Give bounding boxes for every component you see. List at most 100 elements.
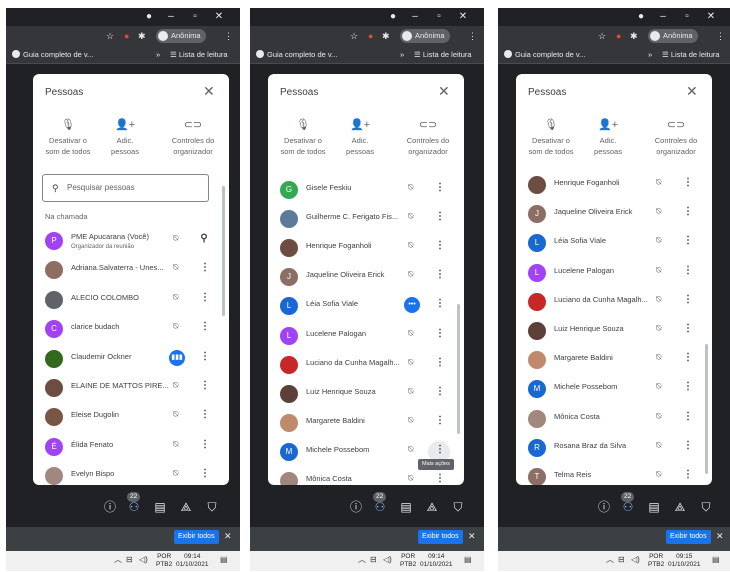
show-all-button[interactable]: Exibir todos — [666, 530, 711, 544]
bookmark-item[interactable]: Guia completo de v... — [256, 49, 337, 61]
incognito-profile-chip[interactable]: Anônima — [400, 29, 450, 43]
account-icon[interactable]: ● — [142, 10, 156, 24]
host-shield-icon[interactable]: ⛉ — [204, 500, 220, 514]
extension-red-icon[interactable]: ● — [616, 30, 621, 42]
close-window-icon[interactable]: ✕ — [704, 10, 718, 24]
language-indicator[interactable]: POR PTB2 — [156, 553, 172, 569]
participant-row[interactable]: Cclarice budach ⍉ ⋮ — [45, 318, 221, 342]
participant-row[interactable]: Luiz Henrique Souza ⍉ ⋮ — [528, 320, 704, 344]
more-actions-icon[interactable]: ⋮ — [435, 473, 445, 484]
more-actions-icon[interactable]: ⋮ — [200, 409, 210, 420]
participant-row[interactable]: L Lucelene Palogan ⍉ ⋮ — [528, 262, 704, 286]
participant-row[interactable]: Mônica Costa ⍉ ⋮ — [528, 408, 704, 432]
puzzle-icon[interactable]: ✱ — [382, 30, 390, 42]
reading-list-button[interactable]: ☰ Lista de leitura — [662, 49, 720, 61]
participant-row[interactable]: Henrique Foganholi ⍉ ⋮ — [528, 174, 704, 198]
clock[interactable]: 09:14 01/10/2021 — [420, 553, 453, 569]
participant-row[interactable]: ELAINE DE MATTOS PIRE... ⍉ ⋮ — [45, 377, 221, 401]
more-actions-icon[interactable]: ⋮ — [435, 444, 445, 455]
more-actions-icon[interactable]: ⋮ — [200, 468, 210, 479]
bookmarks-overflow[interactable]: » — [400, 49, 404, 61]
notification-center-icon[interactable]: ▤ — [712, 555, 720, 565]
host-shield-icon[interactable]: ⛉ — [698, 500, 714, 514]
participant-row[interactable]: L Léia Sofia Viale ⍉ ⋮ — [528, 232, 704, 256]
network-icon[interactable]: ⊟ — [370, 555, 377, 565]
more-actions-icon[interactable]: ⋮ — [683, 411, 693, 422]
restore-icon[interactable]: ▫ — [680, 10, 694, 24]
more-actions-icon[interactable]: ⋮ — [435, 386, 445, 397]
participant-row[interactable]: Adriana.Salvaterra - Unes... ⍉ ⋮ — [45, 259, 221, 283]
more-actions-icon[interactable]: ⋮ — [435, 240, 445, 251]
participant-row[interactable]: É Élida Fenato ⍉ ⋮ — [45, 436, 221, 460]
more-actions-icon[interactable]: ⋮ — [200, 321, 210, 332]
chat-icon[interactable]: ▤ — [398, 500, 414, 514]
bookmark-item[interactable]: Guia completo de v... — [504, 49, 585, 61]
info-icon[interactable]: ⓘ — [348, 500, 364, 514]
participant-row[interactable]: Henrique Foganholi ⍉ ⋮ — [280, 237, 456, 261]
participant-row[interactable]: ALECIO COLOMBO ⍉ ⋮ — [45, 289, 221, 313]
reading-list-button[interactable]: ☰ Lista de leitura — [414, 49, 472, 61]
bookmarks-overflow[interactable]: » — [648, 49, 652, 61]
participant-row[interactable]: Luciano da Cunha Magalh... ⍉ ⋮ — [280, 354, 456, 378]
star-icon[interactable]: ☆ — [106, 30, 114, 42]
incognito-profile-chip[interactable]: Anônima — [156, 29, 206, 43]
more-actions-icon[interactable]: ⋮ — [435, 182, 445, 193]
browser-menu-icon[interactable]: ⋮ — [716, 30, 725, 42]
activities-icon[interactable]: ⟁ — [424, 500, 440, 514]
mute-all-button[interactable]: 🎙 Desativar o som de todos — [276, 118, 330, 157]
bookmark-item[interactable]: Guia completo de v... — [12, 49, 93, 61]
star-icon[interactable]: ☆ — [598, 30, 606, 42]
add-people-button[interactable]: 👤+ Adic. pessoas — [582, 118, 634, 157]
host-shield-icon[interactable]: ⛉ — [450, 500, 466, 514]
pin-icon[interactable]: ⚲ — [200, 233, 208, 244]
more-actions-icon[interactable]: ⋮ — [200, 292, 210, 303]
participant-row[interactable]: Evelyn Bispo ⍉ ⋮ — [45, 465, 221, 485]
close-panel-icon[interactable]: ✕ — [203, 83, 215, 100]
volume-icon[interactable]: ◁) — [631, 555, 640, 565]
clock[interactable]: 09:14 01/10/2021 — [176, 553, 209, 569]
volume-icon[interactable]: ◁) — [383, 555, 392, 565]
close-window-icon[interactable]: ✕ — [212, 10, 226, 24]
chat-icon[interactable]: ▤ — [152, 500, 168, 514]
close-notification-icon[interactable]: ✕ — [716, 531, 724, 542]
more-actions-icon[interactable]: ⋮ — [683, 294, 693, 305]
close-panel-icon[interactable]: ✕ — [438, 83, 450, 100]
mute-all-button[interactable]: 🎙 Desativar o som de todos — [524, 118, 578, 157]
language-indicator[interactable]: POR PTB2 — [400, 553, 416, 569]
participant-row[interactable]: J Jaqueline Oliveira Erick ⍉ ⋮ — [280, 266, 456, 290]
more-actions-icon[interactable]: ⋮ — [200, 262, 210, 273]
close-notification-icon[interactable]: ✕ — [224, 531, 232, 542]
more-actions-icon[interactable]: ⋮ — [435, 357, 445, 368]
notification-center-icon[interactable]: ▤ — [464, 555, 472, 565]
people-icon[interactable]: ⚇ 22 — [126, 492, 142, 514]
minimize-icon[interactable]: – — [408, 10, 422, 24]
incognito-profile-chip[interactable]: Anônima — [648, 29, 698, 43]
restore-icon[interactable]: ▫ — [432, 10, 446, 24]
star-icon[interactable]: ☆ — [350, 30, 358, 42]
extension-red-icon[interactable]: ● — [124, 30, 129, 42]
more-actions-icon[interactable]: ⋮ — [435, 415, 445, 426]
browser-menu-icon[interactable]: ⋮ — [224, 30, 233, 42]
participant-row[interactable]: Eleise Dugolin ⍉ ⋮ — [45, 406, 221, 430]
activities-icon[interactable]: ⟁ — [672, 500, 688, 514]
participant-row[interactable]: Claudemir Ockner ▮▮▮ ⋮ — [45, 348, 221, 372]
more-actions-icon[interactable]: ⋮ — [200, 351, 210, 362]
network-icon[interactable]: ⊟ — [126, 555, 133, 565]
more-actions-icon[interactable]: ⋮ — [435, 328, 445, 339]
volume-icon[interactable]: ◁) — [139, 555, 148, 565]
more-actions-icon[interactable]: ⋮ — [683, 265, 693, 276]
participant-row[interactable]: Luciano da Cunha Magalh... ⍉ ⋮ — [528, 291, 704, 315]
host-controls-button[interactable]: ⊂⊃ Controles do organizador — [163, 118, 223, 157]
language-indicator[interactable]: POR PTB2 — [648, 553, 664, 569]
participant-row[interactable]: R Rosana Braz da Silva ⍉ ⋮ — [528, 437, 704, 461]
show-all-button[interactable]: Exibir todos — [174, 530, 219, 544]
extension-red-icon[interactable]: ● — [368, 30, 373, 42]
participant-row[interactable]: P PME Apucarana (Você) Organizador da reun… — [45, 230, 221, 254]
panel-scrollbar[interactable] — [222, 186, 225, 316]
more-actions-icon[interactable]: ⋮ — [683, 235, 693, 246]
more-actions-icon[interactable]: ⋮ — [683, 440, 693, 451]
host-controls-button[interactable]: ⊂⊃ Controles do organizador — [398, 118, 458, 157]
browser-menu-icon[interactable]: ⋮ — [468, 30, 477, 42]
more-actions-icon[interactable]: ⋮ — [683, 352, 693, 363]
info-icon[interactable]: ⓘ — [596, 500, 612, 514]
